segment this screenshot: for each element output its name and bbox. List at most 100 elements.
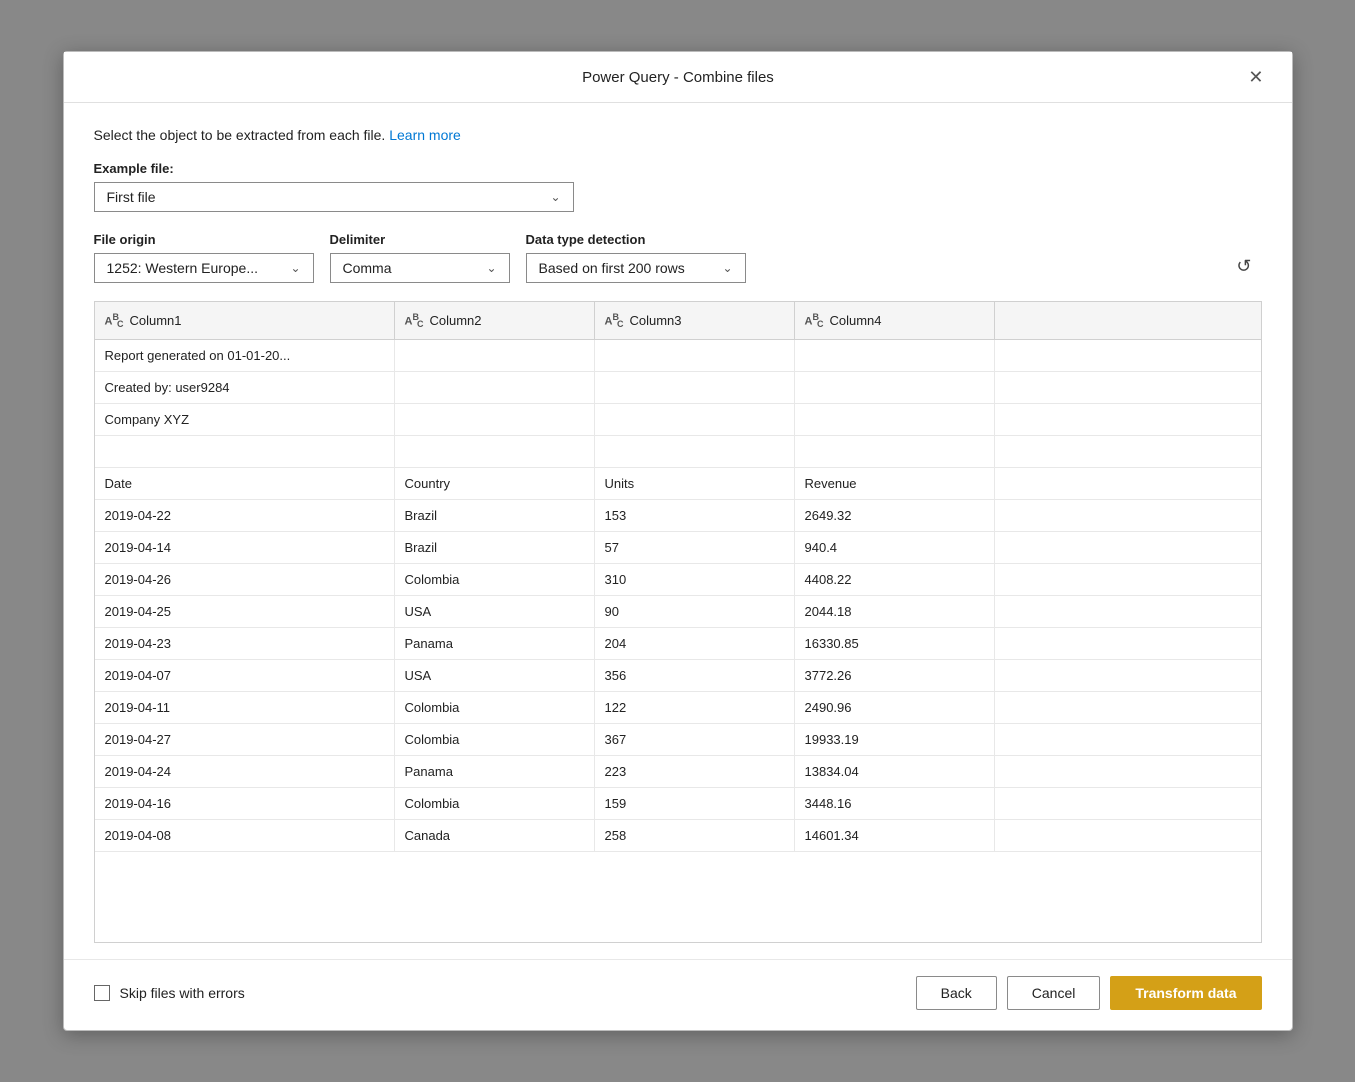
table-cell: 2019-04-24 [95, 756, 395, 787]
table-cell: Date [95, 468, 395, 499]
table-cell-extra [995, 500, 1261, 531]
intro-row: Select the object to be extracted from e… [94, 127, 1262, 143]
column-header-column2: ABCColumn2 [395, 302, 595, 339]
table-cell-extra [995, 660, 1261, 691]
table-cell [795, 340, 995, 371]
table-row: 2019-04-24Panama22313834.04 [95, 756, 1261, 788]
table-cell: 258 [595, 820, 795, 851]
table-cell [395, 436, 595, 467]
table-row: Company XYZ [95, 404, 1261, 436]
skip-files-checkbox[interactable] [94, 985, 110, 1001]
table-row: 2019-04-25USA902044.18 [95, 596, 1261, 628]
table-cell-extra [995, 564, 1261, 595]
table-cell: 940.4 [795, 532, 995, 563]
column-header-extra [995, 302, 1261, 339]
table-cell: 19933.19 [795, 724, 995, 755]
table-cell: 310 [595, 564, 795, 595]
table-cell: 159 [595, 788, 795, 819]
table-cell [395, 340, 595, 371]
table-scroll-area[interactable]: Report generated on 01-01-20...Created b… [95, 340, 1261, 942]
table-cell-extra [995, 532, 1261, 563]
table-cell: 90 [595, 596, 795, 627]
table-row [95, 436, 1261, 468]
table-cell [795, 372, 995, 403]
chevron-down-icon: ⌄ [722, 261, 732, 275]
table-cell [795, 404, 995, 435]
example-file-dropdown[interactable]: First file ⌄ [94, 182, 574, 212]
table-cell [395, 404, 595, 435]
table-row: 2019-04-08Canada25814601.34 [95, 820, 1261, 852]
combine-files-dialog: Power Query - Combine files ✕ Select the… [63, 51, 1293, 1031]
table-header: ABCColumn1ABCColumn2ABCColumn3ABCColumn4 [95, 302, 1261, 340]
intro-text: Select the object to be extracted from e… [94, 127, 386, 143]
transform-data-button[interactable]: Transform data [1110, 976, 1261, 1010]
delimiter-value: Comma [343, 260, 392, 276]
example-file-value: First file [107, 189, 156, 205]
table-cell: Panama [395, 756, 595, 787]
table-cell: 2019-04-25 [95, 596, 395, 627]
table-cell [795, 436, 995, 467]
column-header-column3: ABCColumn3 [595, 302, 795, 339]
table-cell: Report generated on 01-01-20... [95, 340, 395, 371]
table-cell: 367 [595, 724, 795, 755]
table-cell: Revenue [795, 468, 995, 499]
table-cell: 2019-04-11 [95, 692, 395, 723]
delimiter-dropdown[interactable]: Comma ⌄ [330, 253, 510, 283]
data-table-container: ABCColumn1ABCColumn2ABCColumn3ABCColumn4… [94, 301, 1262, 943]
table-row: 2019-04-07USA3563772.26 [95, 660, 1261, 692]
learn-more-link[interactable]: Learn more [389, 127, 461, 143]
table-cell: 204 [595, 628, 795, 659]
table-cell-extra [995, 820, 1261, 851]
table-cell: 2019-04-26 [95, 564, 395, 595]
table-cell: 2019-04-22 [95, 500, 395, 531]
table-cell: 14601.34 [795, 820, 995, 851]
example-file-label: Example file: [94, 161, 1262, 176]
table-cell: Units [595, 468, 795, 499]
table-row: 2019-04-22Brazil1532649.32 [95, 500, 1261, 532]
table-cell: 16330.85 [795, 628, 995, 659]
dialog-body: Select the object to be extracted from e… [64, 103, 1292, 959]
file-origin-value: 1252: Western Europe... [107, 260, 259, 276]
close-button[interactable]: ✕ [1240, 64, 1271, 90]
chevron-down-icon: ⌄ [550, 190, 560, 204]
file-origin-group: File origin 1252: Western Europe... ⌄ [94, 232, 314, 283]
table-cell: 2019-04-27 [95, 724, 395, 755]
cancel-button[interactable]: Cancel [1007, 976, 1101, 1010]
table-cell: 2649.32 [795, 500, 995, 531]
table-cell: Brazil [395, 500, 595, 531]
table-cell: Colombia [395, 788, 595, 819]
back-button[interactable]: Back [916, 976, 997, 1010]
table-cell-extra [995, 404, 1261, 435]
data-type-detection-value: Based on first 200 rows [539, 260, 685, 276]
table-cell: 2019-04-23 [95, 628, 395, 659]
file-origin-dropdown[interactable]: 1252: Western Europe... ⌄ [94, 253, 314, 283]
table-cell: 2019-04-07 [95, 660, 395, 691]
table-cell [395, 372, 595, 403]
table-cell [595, 372, 795, 403]
delimiter-label: Delimiter [330, 232, 510, 247]
chevron-down-icon: ⌄ [486, 261, 496, 275]
table-cell: 4408.22 [795, 564, 995, 595]
data-type-detection-dropdown[interactable]: Based on first 200 rows ⌄ [526, 253, 746, 283]
table-cell: USA [395, 660, 595, 691]
table-cell: 153 [595, 500, 795, 531]
table-cell: Created by: user9284 [95, 372, 395, 403]
table-cell: 122 [595, 692, 795, 723]
table-row: DateCountryUnitsRevenue [95, 468, 1261, 500]
table-row: 2019-04-26Colombia3104408.22 [95, 564, 1261, 596]
table-cell: USA [395, 596, 595, 627]
file-origin-label: File origin [94, 232, 314, 247]
refresh-button[interactable]: ↺ [1226, 250, 1261, 283]
table-cell-extra [995, 756, 1261, 787]
table-row: 2019-04-27Colombia36719933.19 [95, 724, 1261, 756]
table-cell: 2019-04-16 [95, 788, 395, 819]
table-cell: Colombia [395, 564, 595, 595]
table-cell-extra [995, 340, 1261, 371]
table-cell-extra [995, 692, 1261, 723]
skip-files-row: Skip files with errors [94, 985, 245, 1001]
controls-row: File origin 1252: Western Europe... ⌄ De… [94, 232, 1262, 283]
table-cell: 57 [595, 532, 795, 563]
table-cell: Canada [395, 820, 595, 851]
table-cell-extra [995, 628, 1261, 659]
column-header-column1: ABCColumn1 [95, 302, 395, 339]
